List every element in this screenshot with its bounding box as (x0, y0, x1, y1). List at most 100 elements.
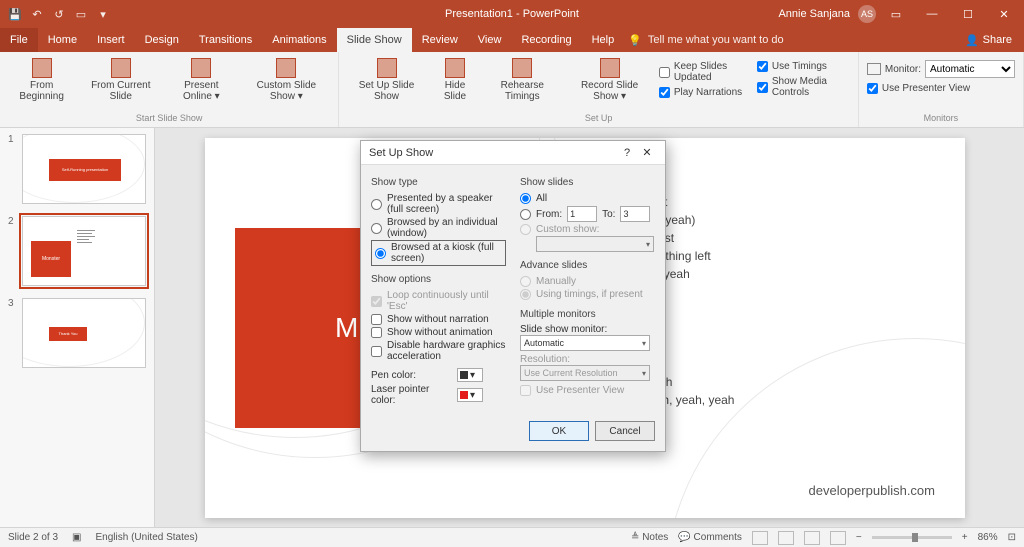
tell-me[interactable]: 💡 Tell me what you want to do (628, 28, 783, 52)
ribbon-options-icon[interactable]: ▭ (880, 2, 912, 26)
dialog-title: Set Up Show (369, 147, 433, 159)
opt-individual[interactable]: Browsed by an individual (window) (371, 216, 506, 240)
save-icon[interactable]: 💾 (8, 7, 22, 21)
zoom-slider[interactable] (872, 536, 952, 539)
cancel-button[interactable]: Cancel (595, 421, 655, 441)
resolution-select: Use Current Resolution▾ (520, 365, 650, 381)
show-media-check[interactable]: Show Media Controls (757, 75, 850, 99)
spell-check-icon[interactable]: ▣ (72, 532, 81, 543)
fit-window-icon[interactable]: ⊡ (1008, 532, 1016, 543)
tab-file[interactable]: File (0, 28, 38, 52)
advance-label: Advance slides (520, 260, 655, 271)
help-icon[interactable]: ? (617, 147, 637, 159)
zoom-out-icon[interactable]: − (856, 532, 862, 543)
multi-monitors-label: Multiple monitors (520, 309, 655, 320)
group-label-setup: Set Up (347, 113, 850, 125)
avatar[interactable]: AS (858, 5, 876, 23)
to-spinner[interactable]: 3 (620, 206, 650, 222)
thumbnail-3[interactable]: Thank You (22, 298, 146, 368)
tab-help[interactable]: Help (582, 28, 625, 52)
close-icon[interactable]: ✕ (988, 2, 1020, 26)
slide-monitor-select[interactable]: Automatic▾ (520, 335, 650, 351)
tab-design[interactable]: Design (135, 28, 189, 52)
document-title: Presentation1 - PowerPoint (445, 8, 579, 20)
record-button[interactable]: Record Slide Show ▾ (566, 56, 652, 111)
tab-review[interactable]: Review (412, 28, 468, 52)
lightbulb-icon: 💡 (628, 34, 642, 47)
show-type-label: Show type (371, 177, 506, 188)
hide-slide-button[interactable]: Hide Slide (432, 56, 479, 111)
qat-dropdown-icon[interactable]: ▾ (96, 7, 110, 21)
from-spinner[interactable]: 1 (567, 206, 597, 222)
pen-color-label: Pen color: (371, 370, 453, 381)
group-label-start: Start Slide Show (8, 113, 330, 125)
presenter-view-check[interactable]: Use Presenter View (867, 82, 1015, 95)
ok-button[interactable]: OK (529, 421, 589, 441)
redo-icon[interactable]: ↺ (52, 7, 66, 21)
slide-counter[interactable]: Slide 2 of 3 (8, 532, 58, 543)
from-current-button[interactable]: From Current Slide (81, 56, 160, 111)
from-beginning-button[interactable]: From Beginning (8, 56, 75, 111)
undo-icon[interactable]: ↶ (30, 7, 44, 21)
opt-loop: Loop continuously until 'Esc' (371, 289, 506, 313)
opt-custom-show: Custom show: (520, 223, 655, 236)
tab-recording[interactable]: Recording (511, 28, 581, 52)
custom-show-button[interactable]: Custom Slide Show ▾ (242, 56, 330, 111)
watermark: developerpublish.com (809, 483, 935, 498)
opt-speaker[interactable]: Presented by a speaker (full screen) (371, 192, 506, 216)
pen-color-swatch (460, 371, 468, 379)
tab-slide-show[interactable]: Slide Show (337, 28, 412, 52)
group-start-slide-show: From Beginning From Current Slide Presen… (0, 52, 339, 127)
zoom-in-icon[interactable]: + (962, 532, 968, 543)
laser-color-swatch (460, 391, 468, 399)
hide-slide-icon (445, 58, 465, 78)
minimize-icon[interactable]: — (916, 2, 948, 26)
rehearse-button[interactable]: Rehearse Timings (484, 56, 560, 111)
opt-no-narration[interactable]: Show without narration (371, 313, 506, 326)
share-button[interactable]: 👤 Share (953, 28, 1024, 52)
opt-presenter-view: Use Presenter View (520, 384, 655, 397)
play-narrations-check[interactable]: Play Narrations (659, 86, 751, 99)
close-dialog-icon[interactable]: ✕ (637, 146, 657, 159)
from-current-icon (111, 58, 131, 78)
user-name[interactable]: Annie Sanjana (778, 8, 850, 20)
opt-kiosk[interactable]: Browsed at a kiosk (full screen) (371, 240, 506, 266)
thumbnail-1[interactable]: Self-Running presentation (22, 134, 146, 204)
opt-no-animation[interactable]: Show without animation (371, 326, 506, 339)
comments-button[interactable]: 💬 Comments (678, 532, 742, 543)
opt-from-radio[interactable] (520, 209, 531, 220)
tab-home[interactable]: Home (38, 28, 87, 52)
setup-show-button[interactable]: Set Up Slide Show (347, 56, 425, 111)
present-online-button[interactable]: Present Online ▾ (166, 56, 236, 111)
language-status[interactable]: English (United States) (96, 532, 198, 543)
normal-view-icon[interactable] (752, 531, 768, 545)
show-slides-label: Show slides (520, 177, 655, 188)
sorter-view-icon[interactable] (778, 531, 794, 545)
title-bar: 💾 ↶ ↺ ▭ ▾ Presentation1 - PowerPoint Ann… (0, 0, 1024, 28)
keep-updated-check[interactable]: Keep Slides Updated (659, 60, 751, 84)
rehearse-icon (512, 58, 532, 78)
ribbon: From Beginning From Current Slide Presen… (0, 52, 1024, 128)
record-icon (600, 58, 620, 78)
tab-insert[interactable]: Insert (87, 28, 135, 52)
laser-color-picker[interactable]: ▾ (457, 388, 483, 402)
tab-transitions[interactable]: Transitions (189, 28, 262, 52)
start-show-icon[interactable]: ▭ (74, 7, 88, 21)
thumbnail-2[interactable]: Monster ▬▬▬▬▬▬▬▬▬▬▬▬▬▬▬▬▬▬▬▬▬▬▬▬▬▬ (22, 216, 146, 286)
pen-color-picker[interactable]: ▾ (457, 368, 483, 382)
tab-animations[interactable]: Animations (262, 28, 336, 52)
tab-view[interactable]: View (468, 28, 512, 52)
thumb-number: 1 (8, 134, 16, 204)
share-icon: 👤 (965, 34, 979, 47)
opt-disable-hw[interactable]: Disable hardware graphics acceleration (371, 339, 506, 363)
notes-button[interactable]: ≜ Notes (631, 532, 668, 543)
monitor-select[interactable]: Automatic (925, 60, 1015, 78)
maximize-icon[interactable]: ☐ (952, 2, 984, 26)
zoom-level[interactable]: 86% (978, 532, 998, 543)
use-timings-check[interactable]: Use Timings (757, 60, 850, 73)
resolution-label: Resolution: (520, 354, 655, 365)
reading-view-icon[interactable] (804, 531, 820, 545)
monitor-label: Monitor: (885, 64, 921, 75)
opt-all-slides[interactable]: All (520, 192, 655, 205)
slideshow-view-icon[interactable] (830, 531, 846, 545)
